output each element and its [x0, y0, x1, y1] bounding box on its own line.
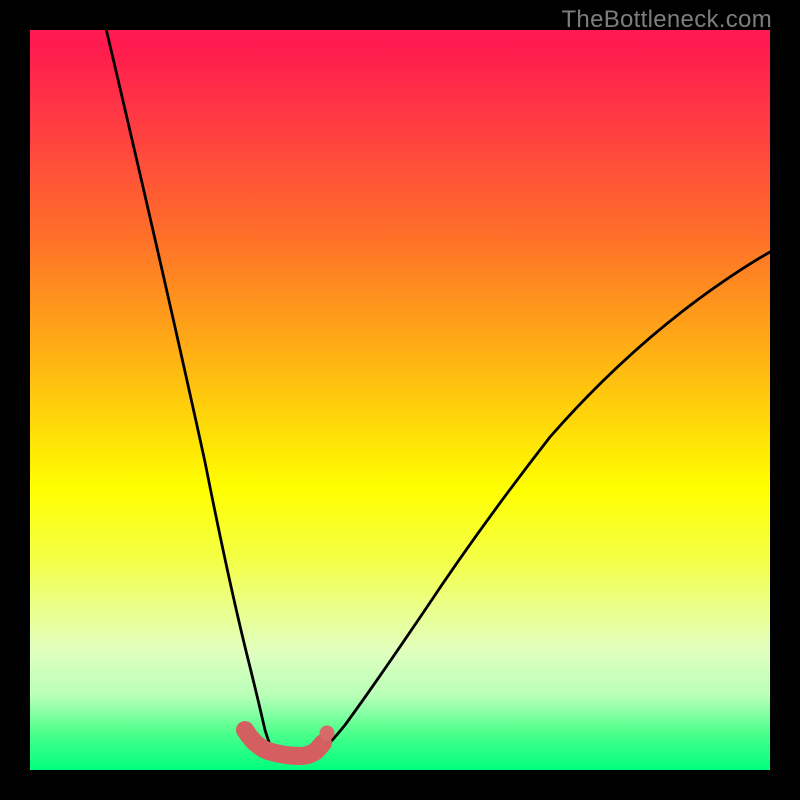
chart-frame: TheBottleneck.com	[0, 0, 800, 800]
plot-area	[30, 30, 770, 770]
right-curve	[320, 252, 770, 752]
bottleneck-curve	[30, 30, 770, 770]
left-curve	[104, 30, 274, 754]
watermark-text: TheBottleneck.com	[561, 6, 772, 34]
marker-dot	[320, 726, 335, 741]
optimal-band	[245, 730, 323, 756]
